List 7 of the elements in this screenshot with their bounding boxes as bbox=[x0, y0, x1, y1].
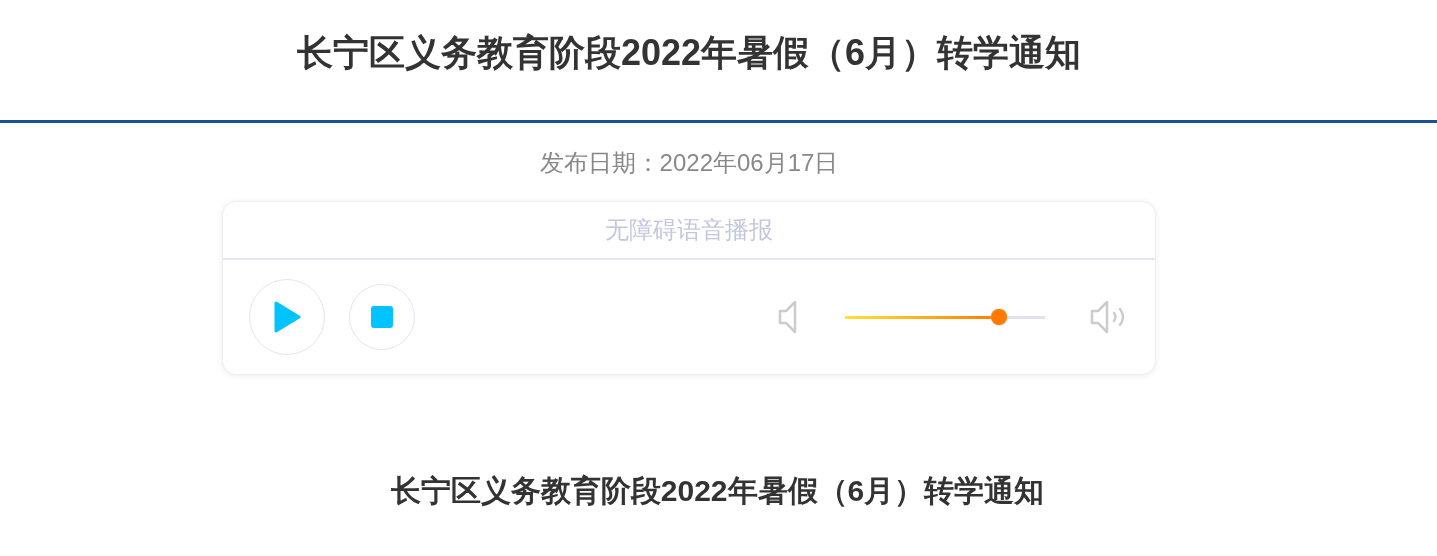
page-title: 长宁区义务教育阶段2022年暑假（6月）转学通知 bbox=[296, 30, 1082, 75]
stop-icon bbox=[371, 306, 393, 328]
play-icon bbox=[273, 301, 301, 333]
publish-date: 发布日期：2022年06月17日 bbox=[539, 148, 839, 178]
article-heading: 长宁区义务教育阶段2022年暑假（6月）转学通知 bbox=[390, 473, 1045, 509]
player-label: 无障碍语音播报 bbox=[605, 215, 773, 245]
volume-thumb[interactable] bbox=[991, 308, 1007, 325]
